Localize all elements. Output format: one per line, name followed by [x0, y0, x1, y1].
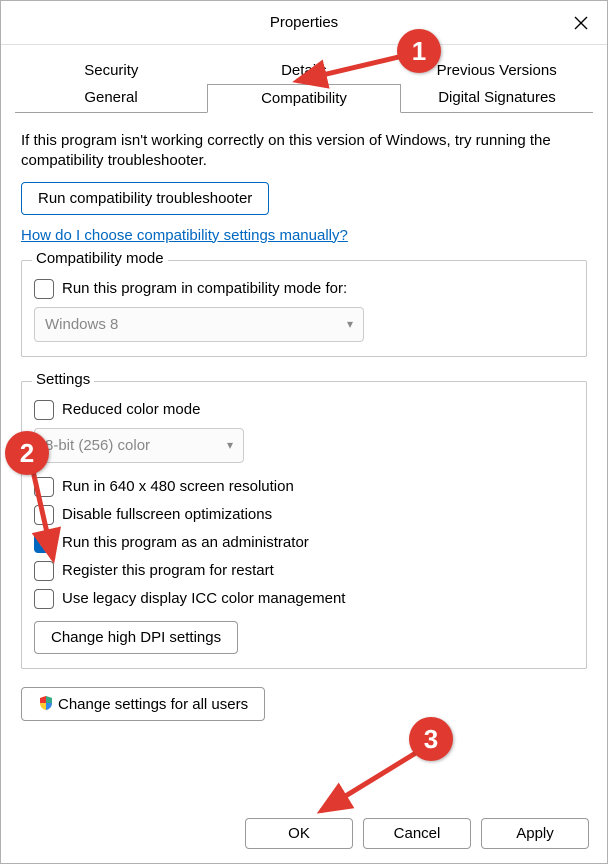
run-as-admin-label: Run this program as an administrator — [62, 534, 309, 551]
reduced-color-checkbox[interactable] — [34, 400, 54, 420]
register-restart-checkbox[interactable] — [34, 561, 54, 581]
ok-button[interactable]: OK — [245, 818, 353, 849]
chevron-down-icon: ▾ — [347, 317, 353, 331]
properties-dialog: Properties Security Details Previous Ver… — [0, 0, 608, 864]
run-troubleshooter-button[interactable]: Run compatibility troubleshooter — [21, 182, 269, 215]
tab-general[interactable]: General — [15, 84, 207, 112]
legacy-icc-checkbox[interactable] — [34, 589, 54, 609]
compat-mode-label: Run this program in compatibility mode f… — [62, 280, 347, 297]
change-all-users-button[interactable]: Change settings for all users — [21, 687, 265, 721]
settings-legend: Settings — [32, 371, 94, 388]
tab-details[interactable]: Details — [208, 57, 401, 84]
titlebar: Properties — [1, 1, 607, 45]
intro-text: If this program isn't working correctly … — [21, 131, 587, 172]
legacy-icc-label: Use legacy display ICC color management — [62, 590, 345, 607]
help-link[interactable]: How do I choose compatibility settings m… — [21, 227, 348, 244]
register-restart-label: Register this program for restart — [62, 562, 274, 579]
tabs: Security Details Previous Versions Gener… — [15, 57, 593, 113]
dialog-buttons: OK Cancel Apply — [245, 818, 589, 849]
settings-group: Settings Reduced color mode 8-bit (256) … — [21, 381, 587, 669]
annotation-badge-2: 2 — [5, 431, 49, 475]
annotation-arrow-3 — [311, 743, 431, 823]
compat-mode-select[interactable]: Windows 8 ▾ — [34, 307, 364, 342]
close-button[interactable] — [555, 1, 607, 45]
window-title: Properties — [270, 14, 338, 31]
annotation-badge-3: 3 — [409, 717, 453, 761]
change-all-users-label: Change settings for all users — [58, 696, 248, 713]
run-640-label: Run in 640 x 480 screen resolution — [62, 478, 294, 495]
run-as-admin-checkbox[interactable] — [34, 533, 54, 553]
change-dpi-button[interactable]: Change high DPI settings — [34, 621, 238, 654]
cancel-button[interactable]: Cancel — [363, 818, 471, 849]
run-640-checkbox[interactable] — [34, 477, 54, 497]
tab-security[interactable]: Security — [15, 57, 208, 84]
shield-icon — [38, 695, 54, 711]
color-mode-value: 8-bit (256) color — [45, 437, 150, 454]
compat-mode-select-value: Windows 8 — [45, 316, 118, 333]
apply-button[interactable]: Apply — [481, 818, 589, 849]
tab-digital-signatures[interactable]: Digital Signatures — [401, 84, 593, 112]
disable-fullscreen-label: Disable fullscreen optimizations — [62, 506, 272, 523]
chevron-down-icon: ▾ — [227, 438, 233, 452]
color-mode-select[interactable]: 8-bit (256) color ▾ — [34, 428, 244, 463]
reduced-color-label: Reduced color mode — [62, 401, 200, 418]
tab-compatibility[interactable]: Compatibility — [207, 84, 401, 113]
tab-content: If this program isn't working correctly … — [1, 113, 607, 721]
compat-mode-checkbox[interactable] — [34, 279, 54, 299]
annotation-badge-1: 1 — [397, 29, 441, 73]
close-icon — [574, 16, 588, 30]
disable-fullscreen-checkbox[interactable] — [34, 505, 54, 525]
compatibility-mode-group: Compatibility mode Run this program in c… — [21, 260, 587, 357]
compat-mode-legend: Compatibility mode — [32, 250, 168, 267]
